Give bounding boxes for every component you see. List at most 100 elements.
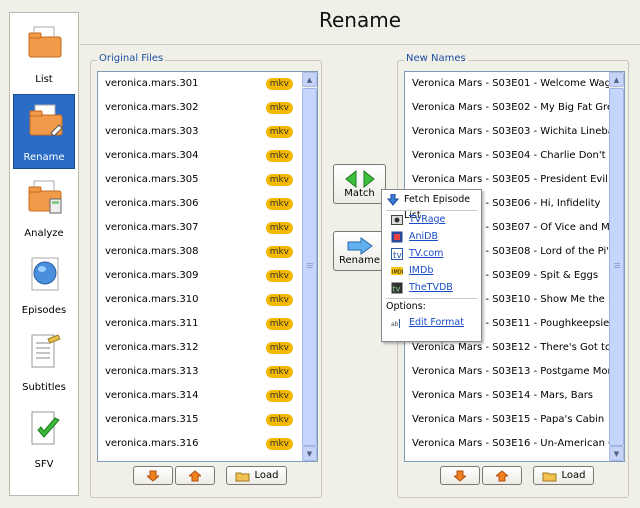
new-name: Veronica Mars - S03E02 - My Big Fat Gree… <box>412 102 610 113</box>
sidebar-item-label: Subtitles <box>22 382 66 393</box>
menu-item-anidb[interactable]: AniDB <box>382 229 481 245</box>
menu-item-imdb[interactable]: IMDb IMDb <box>382 263 481 279</box>
menu-header: Fetch Episode List <box>382 192 481 221</box>
sidebar-item-analyze[interactable]: Analyze <box>13 171 75 246</box>
file-row[interactable]: veronica.mars.302 mkv <box>98 96 303 120</box>
extension-badge: mkv <box>265 318 293 330</box>
rename-button[interactable]: Rename <box>333 231 386 271</box>
menu-item-tvrage[interactable]: TVRage <box>382 212 481 228</box>
extension-badge: mkv <box>265 270 293 282</box>
sidebar-item-list[interactable]: List <box>13 17 75 92</box>
match-label: Match <box>344 187 375 199</box>
extension-badge: mkv <box>265 246 293 258</box>
file-row[interactable]: veronica.mars.316 mkv <box>98 432 303 456</box>
sidebar-item-label: List <box>35 74 53 85</box>
scroll-up-button[interactable]: ▲ <box>609 72 624 87</box>
arrow-up-icon <box>496 469 508 481</box>
file-row[interactable]: veronica.mars.314 mkv <box>98 384 303 408</box>
load-new-names-button[interactable]: Load <box>533 466 594 485</box>
svg-text:IMDb: IMDb <box>392 270 403 276</box>
new-name-row[interactable]: Veronica Mars - S03E15 - Papa's Cabin <box>405 408 610 432</box>
new-name-row[interactable]: Veronica Mars - S03E02 - My Big Fat Gree… <box>405 96 610 120</box>
new-name: Veronica Mars - S03E16 - Un-American Gra… <box>412 438 610 449</box>
file-name: veronica.mars.309 <box>105 270 199 281</box>
scroll-thumb[interactable] <box>302 88 317 446</box>
sidebar-item-label: Analyze <box>24 228 64 239</box>
extension-badge: mkv <box>265 294 293 306</box>
menu-item-label: AniDB <box>409 231 438 242</box>
match-button[interactable]: Match <box>333 164 386 204</box>
menu-separator <box>386 210 477 211</box>
imdb-icon: IMDb <box>391 267 403 276</box>
new-name: Veronica Mars - S03E01 - Welcome Wagon <box>412 78 610 89</box>
menu-item-thetvdb[interactable]: tv TheTVDB <box>382 280 481 296</box>
sidebar-item-label: SFV <box>34 459 54 470</box>
file-row[interactable]: veronica.mars.305 mkv <box>98 168 303 192</box>
file-row[interactable]: veronica.mars.301 mkv <box>98 72 303 96</box>
menu-item-tvcom[interactable]: tv TV.com <box>382 246 481 262</box>
file-row[interactable]: veronica.mars.308 mkv <box>98 240 303 264</box>
sidebar-item-rename[interactable]: Rename <box>13 94 75 169</box>
file-row[interactable]: veronica.mars.307 mkv <box>98 216 303 240</box>
page-title: Rename <box>318 8 402 32</box>
original-files-group: Original Files veronica.mars.301 mkv veron… <box>90 53 322 498</box>
tvrage-icon <box>391 215 403 225</box>
file-name: veronica.mars.308 <box>105 246 199 257</box>
new-name-row[interactable]: Veronica Mars - S03E01 - Welcome Wagon <box>405 72 610 96</box>
new-names-scrollbar[interactable]: ▲ ▼ <box>609 72 624 461</box>
file-name: veronica.mars.304 <box>105 150 199 161</box>
file-name: veronica.mars.316 <box>105 438 199 449</box>
file-row[interactable]: veronica.mars.303 mkv <box>98 120 303 144</box>
original-files-list[interactable]: veronica.mars.301 mkv veronica.mars.302 mkv… <box>97 71 318 462</box>
menu-item-edit-format[interactable]: ab Edit Format <box>382 315 481 331</box>
file-row[interactable]: veronica.mars.315 mkv <box>98 408 303 432</box>
new-name-row[interactable]: Veronica Mars - S03E04 - Charlie Don't S… <box>405 144 610 168</box>
original-files-scrollbar[interactable]: ▲ ▼ <box>302 72 317 461</box>
extension-badge: mkv <box>265 198 293 210</box>
new-name-row[interactable]: Veronica Mars - S03E03 - Wichita Linebac… <box>405 120 610 144</box>
file-row[interactable]: veronica.mars.306 mkv <box>98 192 303 216</box>
extension-badge: mkv <box>265 366 293 378</box>
file-row[interactable]: veronica.mars.313 mkv <box>98 360 303 384</box>
original-files-label: Original Files <box>97 53 166 64</box>
new-name-row[interactable]: Veronica Mars - S03E16 - Un-American Gra… <box>405 432 610 456</box>
anidb-icon <box>391 231 403 243</box>
folder-rename-icon <box>29 104 63 137</box>
file-name: veronica.mars.313 <box>105 366 199 377</box>
extension-badge: mkv <box>265 390 293 402</box>
globe-icon <box>31 257 59 291</box>
load-original-button[interactable]: Load <box>226 466 287 485</box>
menu-item-label: IMDb <box>409 265 434 276</box>
new-name: Veronica Mars - S03E15 - Papa's Cabin <box>412 414 605 425</box>
file-name: veronica.mars.311 <box>105 318 199 329</box>
file-name: veronica.mars.305 <box>105 174 199 185</box>
scroll-down-button[interactable]: ▼ <box>302 446 317 461</box>
sidebar-item-sfv[interactable]: SFV <box>13 402 75 477</box>
move-up-button[interactable] <box>175 466 215 485</box>
move-down-button[interactable] <box>440 466 480 485</box>
sidebar-item-episodes[interactable]: Episodes <box>13 248 75 323</box>
extension-badge: mkv <box>265 222 293 234</box>
menu-item-label: Edit Format <box>409 317 464 328</box>
new-names-label: New Names <box>404 53 468 64</box>
file-row[interactable]: veronica.mars.309 mkv <box>98 264 303 288</box>
options-label-text: Options: <box>386 301 426 312</box>
file-row[interactable]: veronica.mars.310 mkv <box>98 288 303 312</box>
file-name: veronica.mars.301 <box>105 78 199 89</box>
file-row[interactable]: veronica.mars.304 mkv <box>98 144 303 168</box>
extension-badge: mkv <box>265 150 293 162</box>
new-name-row[interactable]: Veronica Mars - S03E13 - Postgame Mortem <box>405 360 610 384</box>
scroll-down-button[interactable]: ▼ <box>609 446 624 461</box>
scroll-thumb[interactable] <box>609 88 624 446</box>
file-row[interactable]: veronica.mars.312 mkv <box>98 336 303 360</box>
file-row[interactable]: veronica.mars.311 mkv <box>98 312 303 336</box>
scroll-up-button[interactable]: ▲ <box>302 72 317 87</box>
move-up-button[interactable] <box>482 466 522 485</box>
svg-text:tv: tv <box>393 285 401 294</box>
extension-badge: mkv <box>265 102 293 114</box>
sidebar-item-subtitles[interactable]: Subtitles <box>13 325 75 400</box>
file-name: veronica.mars.302 <box>105 102 199 113</box>
subtitles-document-icon <box>31 334 61 368</box>
move-down-button[interactable] <box>133 466 173 485</box>
new-name-row[interactable]: Veronica Mars - S03E14 - Mars, Bars <box>405 384 610 408</box>
